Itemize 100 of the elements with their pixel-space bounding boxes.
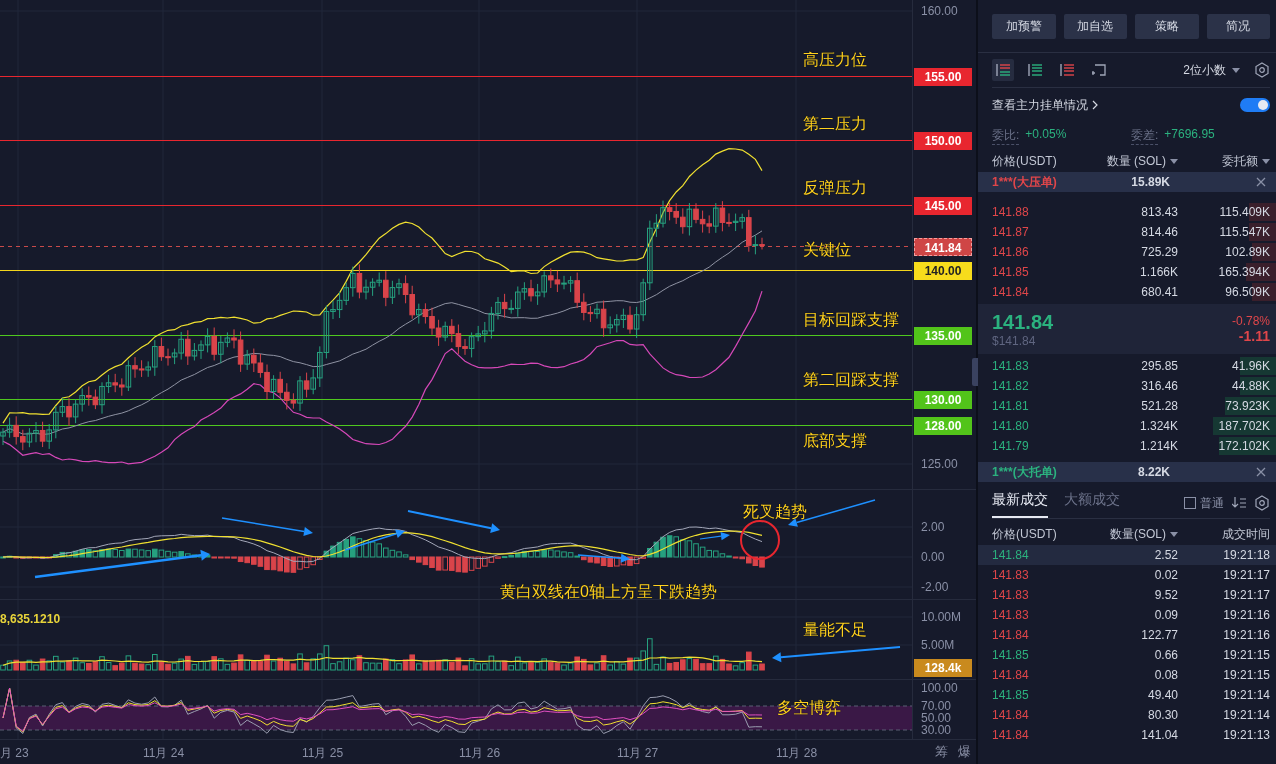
order-total: 41.96K <box>1230 359 1270 373</box>
order-price: 141.88 <box>992 205 1030 219</box>
level-annotation: 第二回踩支撑 <box>803 369 899 390</box>
order-amount: 521.28 <box>1140 399 1178 413</box>
stat-value: +0.05% <box>1025 127 1067 143</box>
rsi-annotation: 多空博弈 <box>777 698 841 718</box>
action-button[interactable]: 策略 <box>1135 14 1199 39</box>
order-amount: 1.166K <box>1138 265 1178 279</box>
trade-row[interactable]: 141.84 80.30 19:21:14 <box>978 705 1276 725</box>
trade-row[interactable]: 141.83 0.09 19:21:16 <box>978 605 1276 625</box>
column-header[interactable]: 委托额 <box>1178 152 1270 170</box>
macd-tick: -2.00 <box>921 580 949 594</box>
price-level-tag: 140.00 <box>914 261 972 280</box>
trade-amount: 0.66 <box>1153 648 1178 662</box>
trade-time: 19:21:18 <box>1222 548 1270 562</box>
order-total: 44.88K <box>1230 379 1270 393</box>
order-price: 141.82 <box>992 379 1030 393</box>
order-total: 115.547K <box>1218 225 1270 239</box>
trade-amount: 0.08 <box>1153 668 1178 682</box>
trade-row[interactable]: 141.83 0.02 19:21:17 <box>978 565 1276 585</box>
level-annotation: 第二压力 <box>803 113 867 134</box>
stat-label: 委差: <box>1131 127 1159 145</box>
trade-row[interactable]: 141.83 9.52 19:21:17 <box>978 585 1276 605</box>
change-amount: -1.11 <box>1237 328 1270 344</box>
level-annotation: 高压力位 <box>803 49 867 70</box>
trade-price: 141.83 <box>992 588 1030 602</box>
filter-checkbox[interactable]: 普通 <box>1184 494 1224 512</box>
price-level-tag: 141.84 <box>914 237 972 256</box>
order-total: 73.923K <box>1224 399 1270 413</box>
order-amount: 316.46 <box>1140 379 1178 393</box>
action-button[interactable]: 加自选 <box>1063 14 1127 39</box>
main-orders-link[interactable]: 查看主力挂单情况 <box>992 96 1098 114</box>
volume-tick: 5.00M <box>921 638 955 652</box>
axis-button[interactable]: 筹 <box>935 743 948 761</box>
order-total: 96.509K <box>1224 285 1270 299</box>
macd-tick: 2.00 <box>921 520 945 534</box>
trade-price: 141.83 <box>992 608 1030 622</box>
column-header: 价格(USDT) <box>992 525 1058 543</box>
order-amount: 813.43 <box>1140 205 1178 219</box>
trade-time: 19:21:13 <box>1222 728 1270 742</box>
column-header: 成交时间 <box>1221 525 1270 543</box>
large-order-amount: 8.22K <box>1136 465 1171 479</box>
volume-tag: 128.4k <box>914 659 972 677</box>
trade-price: 141.84 <box>992 728 1030 742</box>
date-label: 11月 28 <box>776 745 818 762</box>
price-level-tag: 150.00 <box>914 131 972 150</box>
trade-price: 141.85 <box>992 688 1030 702</box>
action-button[interactable]: 简况 <box>1206 14 1270 39</box>
trade-price: 141.85 <box>992 648 1030 662</box>
trade-row[interactable]: 141.84 122.77 19:21:16 <box>978 625 1276 645</box>
rsi-tick: 100.00 <box>921 681 958 695</box>
trade-price: 141.84 <box>992 628 1030 642</box>
level-annotation: 底部支撑 <box>803 430 867 451</box>
price-level-tag: 155.00 <box>914 67 972 86</box>
date-label: 11月 25 <box>302 745 344 762</box>
column-header[interactable]: 数量 (SOL) <box>1088 152 1178 170</box>
order-price: 141.79 <box>992 439 1030 453</box>
last-price-usd: $141.84 <box>992 333 1037 348</box>
level-annotation: 目标回踩支撑 <box>803 309 899 330</box>
date-label: 月 23 <box>0 745 29 762</box>
column-header[interactable]: 数量(SOL) <box>1088 525 1178 543</box>
rsi-tick: 30.00 <box>921 723 952 737</box>
trade-row[interactable]: 141.84 2.52 19:21:18 <box>978 545 1276 565</box>
trade-row[interactable]: 141.84 141.04 19:21:13 <box>978 725 1276 745</box>
macd-tick: 0.00 <box>921 550 945 564</box>
order-price: 141.87 <box>992 225 1030 239</box>
date-label: 11月 24 <box>143 745 185 762</box>
trade-time: 19:21:15 <box>1222 648 1270 662</box>
trade-amount: 80.30 <box>1146 708 1178 722</box>
action-button[interactable]: 加预警 <box>992 14 1056 39</box>
order-total: 165.394K <box>1217 265 1270 279</box>
trade-row[interactable]: 141.85 0.66 19:21:15 <box>978 645 1276 665</box>
price-level-tag: 135.00 <box>914 326 972 345</box>
price-level-tag: 128.00 <box>914 416 972 435</box>
level-annotation: 反弹压力 <box>803 177 867 198</box>
large-order-label: 1***(大托单) <box>992 463 1058 481</box>
order-amount: 1.214K <box>1138 439 1178 453</box>
trade-time: 19:21:17 <box>1222 588 1270 602</box>
trade-row[interactable]: 141.85 49.40 19:21:14 <box>978 685 1276 705</box>
trade-price: 141.84 <box>992 548 1030 562</box>
rsi-tick: 50.00 <box>921 711 952 725</box>
trade-time: 19:21:17 <box>1222 568 1270 582</box>
trade-amount: 9.52 <box>1153 588 1178 602</box>
trade-row[interactable]: 141.84 0.08 19:21:15 <box>978 665 1276 685</box>
trade-time: 19:21:16 <box>1222 608 1270 622</box>
precision-dropdown[interactable]: 2位小数 <box>1183 61 1240 79</box>
level-annotation: 关键位 <box>803 239 851 260</box>
trade-tab[interactable]: 大额成交 <box>1064 488 1120 518</box>
trade-amount: 0.09 <box>1153 608 1178 622</box>
order-total: 172.102K <box>1217 439 1270 453</box>
order-amount: 725.29 <box>1140 245 1178 259</box>
macd-annotation: 黄白双线在0轴上方呈下跌趋势 <box>500 582 717 599</box>
trade-amount: 141.04 <box>1140 728 1178 742</box>
order-total: 102.89K <box>1224 245 1270 259</box>
trade-amount: 0.02 <box>1153 568 1178 582</box>
axis-button[interactable]: 爆 <box>958 743 971 761</box>
volume-annotation: 量能不足 <box>803 620 867 640</box>
trade-tab[interactable]: 最新成交 <box>992 488 1048 518</box>
volume-value: 8,635.1210 <box>0 612 61 626</box>
trade-price: 141.83 <box>992 568 1030 582</box>
